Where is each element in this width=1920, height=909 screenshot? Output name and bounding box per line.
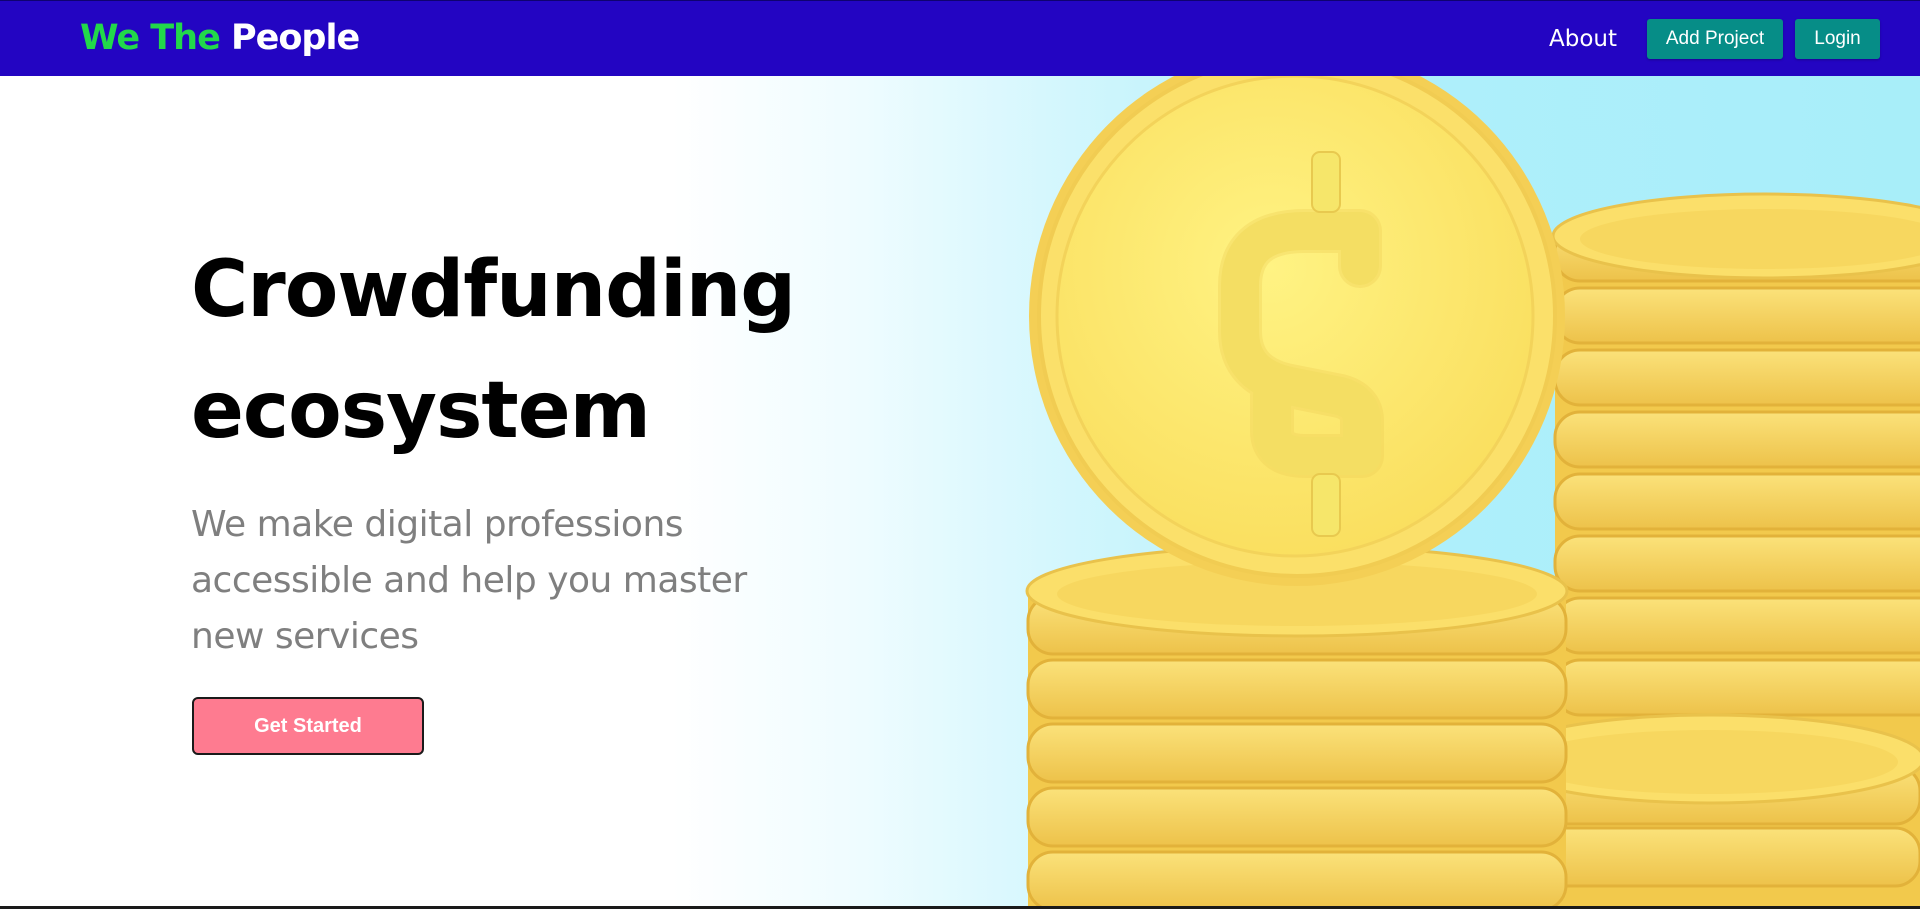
hero-title: Crowdfunding ecosystem [191, 230, 891, 472]
hero-title-line: ecosystem [191, 366, 651, 456]
hero-subtitle-line: We make digital professions [191, 504, 684, 545]
nav-link-about[interactable]: About [1549, 26, 1617, 52]
hero-subtitle: We make digital professions accessible a… [191, 497, 831, 665]
login-button[interactable]: Login [1795, 19, 1880, 59]
dollar-coin-stack-icon [1025, 76, 1920, 907]
brand-text-people: People [231, 18, 360, 58]
get-started-button[interactable]: Get Started [192, 697, 424, 755]
brand-text-we-the: We The [80, 18, 221, 58]
hero-subtitle-line: accessible and help you master [191, 560, 747, 601]
hero-title-line: Crowdfunding [191, 245, 796, 335]
standing-dollar-coin [1029, 76, 1565, 586]
add-project-button[interactable]: Add Project [1647, 19, 1783, 59]
hero-subtitle-line: new services [191, 616, 419, 657]
top-navbar: We The People About Add Project Login [0, 0, 1920, 76]
brand-logo[interactable]: We The People [80, 15, 360, 61]
left-coin-stack [1025, 544, 1569, 907]
